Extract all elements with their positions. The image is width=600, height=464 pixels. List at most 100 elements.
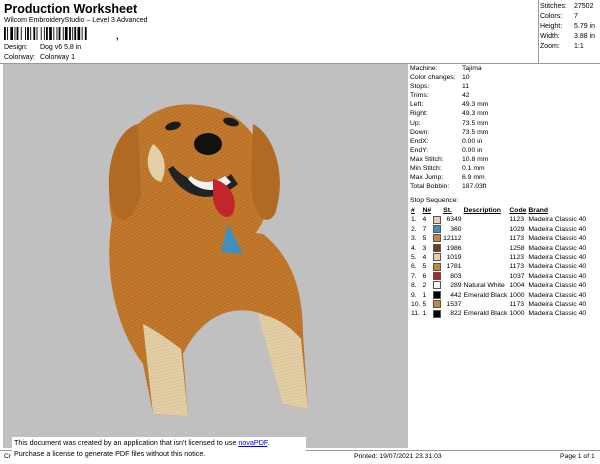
cell-brand: Madeira Classic 40 xyxy=(528,272,587,280)
info-label: EndY: xyxy=(410,146,429,154)
stats-label: Colors: xyxy=(540,13,563,20)
cell-needle: 5 xyxy=(422,263,427,271)
info-row: Stops: 11 xyxy=(410,82,598,91)
barcode-bar xyxy=(25,27,26,40)
cell-code: 1173 xyxy=(509,301,525,309)
cell-desc xyxy=(463,215,509,224)
cell-st: 803 xyxy=(450,272,462,280)
table-row: 10. 5 1537 1173 Madeira Classic 40 xyxy=(410,300,587,309)
info-row: Max Jump: 6.9 mm xyxy=(410,173,598,182)
machine-info-panel: Machine: Tajima Color changes: 10 Stops: 11… xyxy=(410,64,598,191)
cell-desc xyxy=(463,225,509,234)
barcode-bar xyxy=(49,27,52,40)
info-label: Max Jump: xyxy=(410,174,444,182)
barcode-bar xyxy=(4,27,6,40)
info-row: Down: 73.5 mm xyxy=(410,128,598,137)
cell-needle: 2 xyxy=(422,282,427,290)
design-row: Design: Dog v6 5,8 in xyxy=(4,44,81,51)
info-row: EndX: 0.00 in xyxy=(410,137,598,146)
color-swatch xyxy=(433,262,442,271)
barcode-bar xyxy=(14,27,16,40)
info-value: 49.3 mm xyxy=(462,110,489,118)
color-swatch-cell xyxy=(432,290,442,300)
cell-desc xyxy=(463,244,509,253)
cell-n: 5. xyxy=(411,254,417,262)
info-label: Machine: xyxy=(410,65,438,72)
colorway-label: Colorway: xyxy=(4,54,36,61)
color-swatch-cell xyxy=(432,281,442,290)
stats-value: 7 xyxy=(574,13,578,20)
col-header: Description xyxy=(463,207,501,214)
info-row: Color changes: 10 xyxy=(410,73,598,82)
page-title: Production Worksheet xyxy=(4,2,138,16)
cell-brand: Madeira Classic 40 xyxy=(528,216,587,224)
divider-vertical xyxy=(538,0,539,63)
cell-n: 9. xyxy=(411,291,417,299)
col-header: Brand xyxy=(528,207,549,214)
info-label: Down: xyxy=(410,128,430,136)
cell-needle: 6 xyxy=(422,272,427,280)
cell-code: 1173 xyxy=(509,263,525,271)
license-notice-line2: Purchase a license to generate PDF files… xyxy=(14,449,206,458)
notice-text: . xyxy=(267,438,270,447)
table-row: 11. 1 822 Emerald Black 1000 Madeira Classic … xyxy=(410,309,587,318)
info-row: Left: 49.3 mm xyxy=(410,100,598,109)
cell-code: 1123 xyxy=(509,254,525,262)
color-swatch-cell xyxy=(432,253,442,262)
license-notice-line1: This document was created by an applicat… xyxy=(14,437,306,448)
color-swatch-cell xyxy=(432,243,442,253)
color-swatch xyxy=(433,272,442,281)
stats-label: Width: xyxy=(540,33,560,40)
cell-st: 1986 xyxy=(446,244,462,252)
color-swatch-cell xyxy=(432,300,442,309)
cell-st: 289 xyxy=(450,282,462,290)
info-label: Stops: xyxy=(410,83,430,91)
cell-st: 1537 xyxy=(446,301,462,309)
info-value: 73.5 mm xyxy=(462,119,489,127)
novapdf-link[interactable]: novaPDF xyxy=(238,438,267,447)
cell-code: 1000 xyxy=(509,310,525,318)
cell-st: 1781 xyxy=(446,263,462,271)
barcode-bar xyxy=(53,27,55,40)
colorway-row: Colorway: Colorway 1 xyxy=(4,54,75,61)
info-value: 73.5 mm xyxy=(462,128,489,136)
info-row: Min Stitch: 0.1 mm xyxy=(410,164,598,173)
cell-code: 1123 xyxy=(509,216,525,224)
cell-n: 6. xyxy=(411,263,417,271)
barcode-bar xyxy=(40,27,42,40)
table-header-row: # N# St. Description Code Brand xyxy=(410,206,587,215)
table-row: 9. 1 442 Emerald Black 1000 Madeira Classic 4… xyxy=(410,290,587,300)
info-value: 0.1 mm xyxy=(462,165,485,173)
barcode-bar xyxy=(36,27,38,40)
stats-value: 5.79 in xyxy=(574,23,596,30)
color-swatch xyxy=(433,215,442,224)
cell-st: 442 xyxy=(450,291,462,299)
color-swatch xyxy=(433,225,442,234)
cell-brand: Madeira Classic 40 xyxy=(528,235,587,243)
design-preview xyxy=(3,64,408,448)
color-swatch-cell xyxy=(432,215,442,224)
table-row: 3. 5 12112 1173 Madeira Classic 40 xyxy=(410,234,587,243)
color-swatch xyxy=(433,281,442,290)
stats-value: 1:1 xyxy=(574,43,584,50)
table-row: 7. 6 803 1037 Madeira Classic 40 xyxy=(410,272,587,281)
barcode-bar xyxy=(33,27,36,40)
cell-brand: Madeira Classic 40 xyxy=(528,244,587,252)
stats-value: 3.88 in xyxy=(574,33,596,40)
col-header: N# xyxy=(422,207,432,214)
info-value: 49.3 mm xyxy=(462,101,489,109)
col-header: # xyxy=(411,207,415,214)
cell-desc: Emerald Black xyxy=(463,310,508,318)
color-swatch-cell xyxy=(432,309,442,318)
stats-label: Zoom: xyxy=(540,43,560,50)
color-swatch-cell xyxy=(432,234,442,243)
cell-needle: 4 xyxy=(422,254,427,262)
cell-needle: 4 xyxy=(422,216,427,224)
cell-brand: Madeira Classic 40 xyxy=(528,310,587,318)
info-label: Min Stitch: xyxy=(410,165,442,173)
info-label: Right: xyxy=(410,110,428,118)
cell-needle: 3 xyxy=(422,244,427,252)
table-row: 1. 4 6349 1123 Madeira Classic 40 xyxy=(410,215,587,224)
stop-sequence-label: Stop Sequence: xyxy=(410,197,459,204)
cell-needle: 7 xyxy=(422,225,427,233)
